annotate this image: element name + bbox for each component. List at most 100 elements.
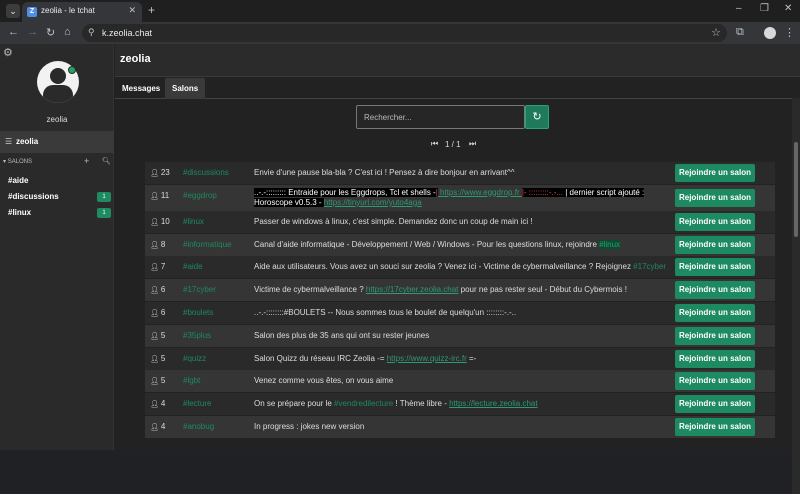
first-page-icon[interactable]: ⏮: [431, 139, 438, 149]
tab-messages[interactable]: Messages: [115, 78, 167, 99]
new-tab-icon[interactable]: +: [148, 3, 155, 17]
table-row: 👤︎ 7 #aide Aide aux utilisateurs. Vous ave…: [145, 256, 775, 279]
join-channel-button[interactable]: Rejoindre un salon: [675, 188, 755, 207]
join-channel-button[interactable]: Rejoindre un salon: [675, 235, 755, 254]
refresh-button[interactable]: ↻: [525, 105, 549, 129]
user-count-value: 23: [160, 168, 170, 177]
channel-name[interactable]: #lgbt: [183, 376, 200, 385]
channel-name[interactable]: #discussions: [183, 168, 229, 177]
salons-toggle[interactable]: ▾ SALONS: [3, 158, 32, 165]
browser-menu-icon[interactable]: ⋮: [784, 26, 795, 39]
channel-name[interactable]: #lecture: [183, 399, 211, 408]
user-icon: 👤︎: [150, 170, 161, 177]
maximize-icon[interactable]: ❐: [760, 3, 769, 14]
user-icon: 👤︎: [150, 355, 161, 363]
topic-text: ..-.-::::::::: Entraide pour les Eggdrop…: [254, 187, 436, 197]
table-row: 👤︎ 4 #anobug In progress : jokes new versi…: [145, 416, 775, 438]
user-count-value: 8: [160, 239, 166, 249]
channel-name[interactable]: #17cyber: [183, 285, 216, 294]
join-channel-button[interactable]: Rejoindre un salon: [675, 304, 755, 322]
topic-link[interactable]: https://www.quizz-irc.fr: [387, 354, 467, 363]
channel-name[interactable]: #anobug: [183, 422, 214, 431]
join-channel-button[interactable]: Rejoindre un salon: [675, 418, 755, 436]
topic-text: Canal d'aide informatique - Développemen…: [254, 239, 600, 249]
reload-icon[interactable]: ↻: [46, 26, 55, 39]
sidebar-channel-linux[interactable]: #linux 1: [0, 205, 114, 221]
back-icon[interactable]: ←: [8, 26, 19, 38]
join-channel-button[interactable]: Rejoindre un salon: [675, 372, 755, 391]
user-count: 👤︎ 6: [150, 308, 165, 317]
tab-salons[interactable]: Salons: [165, 78, 206, 99]
sidebar-channel-discussions[interactable]: #discussions 1: [0, 189, 114, 205]
channel-name[interactable]: #35plus: [183, 331, 211, 340]
channel-topic: Passer de windows à linux, c'est simple.…: [254, 216, 533, 226]
close-window-icon[interactable]: ✕: [784, 3, 792, 14]
user-icon: 👤︎: [150, 192, 161, 200]
table-row: 👤︎ 8 #informatique Canal d'aide informatiq…: [145, 233, 775, 256]
address-bar-row: ← → ↻ ⌂ ⚲ k.zeolia.chat ☆: [0, 22, 800, 44]
user-count-value: 4: [160, 422, 166, 431]
join-channel-button[interactable]: Rejoindre un salon: [675, 281, 755, 300]
channel-name[interactable]: #boulets: [183, 308, 213, 317]
url-field[interactable]: ⚲ k.zeolia.chat ☆: [82, 24, 727, 42]
channel-name[interactable]: #quizz: [183, 354, 206, 363]
browser-tab[interactable]: Z zeolia - le tchat ✕: [22, 2, 142, 22]
topic-link[interactable]: https://tinyurl.com/yuto4aga: [324, 198, 422, 207]
topic-text: #linux: [599, 239, 621, 249]
channel-name[interactable]: #linux: [183, 217, 204, 226]
channel-name[interactable]: #eggdrop: [183, 191, 217, 200]
channel-topic: Envie d'une pause bla-bla ? C'est ici ! …: [254, 168, 515, 177]
join-channel-button[interactable]: Rejoindre un salon: [675, 212, 755, 231]
channel-name[interactable]: #aide: [183, 262, 203, 271]
join-channel-button[interactable]: Rejoindre un salon: [675, 164, 755, 182]
user-count: 👤︎ 11: [150, 191, 169, 200]
topic-text: pour ne pas rester seul - Début du Cyber…: [458, 285, 627, 295]
forward-icon[interactable]: →: [27, 26, 38, 38]
channel-search-icon[interactable]: 🔍︎: [102, 157, 111, 165]
channel-topic: Victime de cybermalveillance ? https://1…: [254, 285, 668, 294]
join-channel-button[interactable]: Rejoindre un salon: [675, 258, 755, 277]
site-info-icon[interactable]: ⚲: [88, 27, 95, 38]
channel-label: #discussions: [8, 192, 59, 201]
sidebar-channel-aide[interactable]: #aide: [0, 173, 114, 189]
sidebar-server-label: zeolia: [16, 137, 39, 146]
page-indicator: 1 / 1: [445, 140, 461, 149]
channel-topic: ..-.-::::::::#BOULETS -- Nous sommes tou…: [254, 308, 517, 317]
join-channel-button[interactable]: Rejoindre un salon: [675, 395, 755, 414]
table-row: 👤︎ 4 #lecture On se prépare pour le #vendr…: [145, 393, 775, 416]
channel-name[interactable]: #informatique: [183, 240, 231, 249]
tab-search-icon[interactable]: ⌄: [6, 4, 20, 18]
profile-avatar-icon[interactable]: [764, 27, 776, 39]
minimize-icon[interactable]: –: [736, 3, 742, 14]
topic-link[interactable]: https://17cyber.zeolia.chat: [366, 285, 459, 294]
topic-text: Aide aux utilisateurs. Vous avez un souc…: [254, 262, 634, 272]
unread-badge: 1: [97, 192, 111, 202]
extensions-icon[interactable]: ⧉: [736, 26, 744, 39]
close-tab-icon[interactable]: ✕: [128, 5, 136, 16]
user-icon: 👤︎: [150, 401, 161, 409]
join-channel-button[interactable]: Rejoindre un salon: [675, 326, 755, 345]
user-count-value: 11: [160, 190, 170, 200]
user-icon: 👤︎: [150, 218, 161, 226]
channel-topic: On se prépare pour le #vendredilecture !…: [254, 399, 668, 408]
topic-text: ! Thème libre -: [393, 399, 450, 409]
user-icon: 👤︎: [150, 287, 161, 295]
topic-link[interactable]: https://lecture.zeolia.chat: [449, 399, 538, 408]
topic-link[interactable]: https://www.eggdrop.fr: [438, 188, 522, 197]
tab-title: zeolia - le tchat: [41, 6, 95, 15]
user-count-value: 4: [160, 399, 166, 409]
bookmark-star-icon[interactable]: ☆: [711, 26, 721, 39]
home-icon[interactable]: ⌂: [64, 26, 71, 38]
user-count: 👤︎ 6: [150, 285, 165, 294]
channel-label: #linux: [8, 208, 32, 217]
add-channel-icon[interactable]: +: [84, 156, 89, 166]
channel-topic: Aide aux utilisateurs. Vous avez un souc…: [254, 262, 668, 271]
join-channel-button[interactable]: Rejoindre un salon: [675, 349, 755, 368]
gear-icon[interactable]: ⚙: [3, 46, 13, 59]
sidebar-server[interactable]: ☰ zeolia: [0, 131, 114, 153]
scrollbar[interactable]: [792, 98, 800, 494]
sidebar: ⚙ zeolia ☰ zeolia ▾ SALONS + 🔍︎ #aide #d…: [0, 44, 114, 450]
last-page-icon[interactable]: ⏭: [469, 139, 476, 149]
list-icon: ☰: [5, 137, 13, 146]
search-input[interactable]: [356, 105, 525, 129]
